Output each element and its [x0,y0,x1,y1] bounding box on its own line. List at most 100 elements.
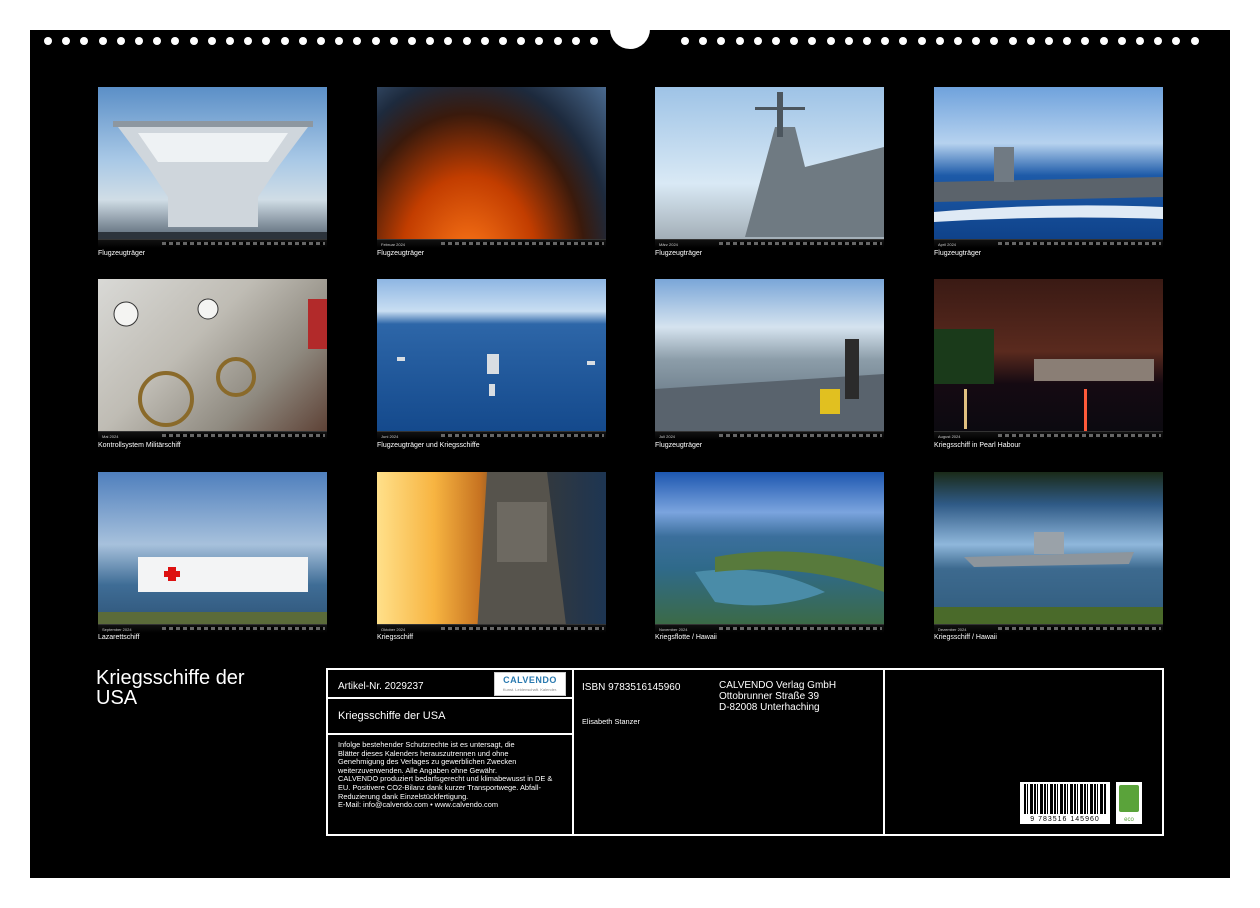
binding-hole [298,37,307,45]
binding-hole [189,37,198,45]
binding-hole [1117,37,1126,45]
month-caption-5: Kontrollsystem Militärschiff [98,442,181,449]
binding-hole [1136,37,1144,45]
calendar-back-cover: Flugzeugträger Februar 2024 Flugzeugträg… [30,24,1230,878]
binding-hole [1008,37,1017,45]
calvendo-logo: CALVENDO Kunst. Leidenschaft. Kalender. [494,672,566,696]
binding-hole [1081,37,1090,45]
article-number: Artikel-Nr. 2029237 [338,681,424,692]
binding-hole [80,37,89,45]
product-info-box: Artikel-Nr. 2029237 CALVENDO Kunst. Leid… [326,668,1164,836]
month-caption-10: Kriegsschiff [377,634,414,641]
month-thumbnail-5: Mai 2024 [98,279,327,440]
binding-hole [899,37,908,45]
binding-hole [717,37,726,45]
month-thumbnail-7: Juli 2024 [655,279,884,440]
binding-hole [116,37,125,45]
month-caption-4: Flugzeugträger [934,250,982,257]
binding-hole [444,37,453,45]
cruiser-hawaii-image [934,532,1163,633]
battleship-firing-image [477,472,567,633]
binding-hole [244,37,253,45]
harbor-view-image [655,339,884,440]
binding-hole [917,37,926,45]
month-thumbnail-9: September 2024 [98,472,327,633]
ship-island-image [745,92,884,237]
binding-hole [972,37,981,45]
carrier-at-sea-image [934,147,1163,222]
binding-hole [863,37,871,45]
product-title: Kriegsschiffe der USA [338,710,446,722]
binding-hole [171,37,180,45]
binding-hole [480,37,489,45]
binding-hole [681,37,689,45]
calendar-title: Kriegsschiffe der USA [96,667,245,709]
binding-hole [1172,37,1181,45]
binding-hole [408,37,416,45]
binding-hole [499,37,507,45]
month-caption-2: Flugzeugträger [377,250,425,257]
binding-hole [990,37,999,45]
binding-hole [62,37,71,45]
month-caption-6: Flugzeugträger und Kriegsschiffe [377,442,480,449]
month-thumbnail-12: Dezember 2024 [934,472,1163,633]
month-caption-7: Flugzeugträger [655,442,703,449]
month-caption-8: Kriegsschiff in Pearl Habour [934,442,1021,449]
eco-leaf-icon: eco [1116,782,1142,824]
binding-hole [1026,37,1035,45]
isbn-barcode: 9 783516 145960 [1020,782,1110,824]
binding-hole [1063,37,1072,45]
binding-hole [1045,37,1053,45]
binding-hole [535,37,544,45]
legal-notice: Infolge bestehender Schutzrechte ist es … [338,740,553,810]
month-thumbnail-8: August 2024 [934,279,1163,440]
month-caption-11: Kriegsflotte / Hawaii [655,634,717,641]
month-thumbnail-4: April 2024 [934,87,1163,248]
binding-hole [571,37,580,45]
binding-hole [226,37,234,45]
binding-hole [207,37,216,45]
binding-hole [935,37,944,45]
binding-hole [462,37,471,45]
binding-hole [772,37,780,45]
month-thumbnail-1 [98,87,327,248]
binding-hole [1099,37,1108,45]
binding-hole [735,37,744,45]
month-thumbnail-6: Juni 2024 [377,279,606,440]
publisher-address: CALVENDO Verlag GmbH Ottobrunner Straße … [719,680,837,713]
month-thumbnail-3: März 2024 [655,87,884,248]
binding-hole [881,37,890,45]
control-room-image [113,298,327,427]
binding-hole [844,37,853,45]
binding-hole [790,37,799,45]
binding-hole [317,37,325,45]
binding-hole [808,37,817,45]
binding-hole [699,37,708,45]
carrier-bow-image [98,121,327,248]
binding-hole [135,37,143,45]
month-thumbnail-2: Februar 2024 [377,87,606,248]
hospital-ship-image [98,557,327,633]
binding-hole [1190,37,1199,45]
binding-hole [517,37,526,45]
month-caption-1: Flugzeugträger [98,250,146,257]
binding-hole [98,37,107,45]
month-thumbnail-11: November 2024 [655,472,884,633]
binding-hole [590,37,598,45]
month-caption-12: Kriegsschiff / Hawaii [934,634,997,641]
isbn: ISBN 9783516145960 [582,682,681,693]
binding-hole [389,37,398,45]
binding-hole [954,37,962,45]
binding-hole [280,37,289,45]
binding-hole [262,37,271,45]
binding-hole [335,37,344,45]
binding-hole [371,37,380,45]
binding-hole [44,37,52,45]
binding-hole [353,37,362,45]
binding-hole [426,37,435,45]
pearl-harbor-aerial-image [695,551,884,606]
binding-hole [753,37,762,45]
month-caption-3: Flugzeugträger [655,250,703,257]
binding-hole [553,37,562,45]
month-thumbnail-10: Oktober 2024 [377,472,606,633]
